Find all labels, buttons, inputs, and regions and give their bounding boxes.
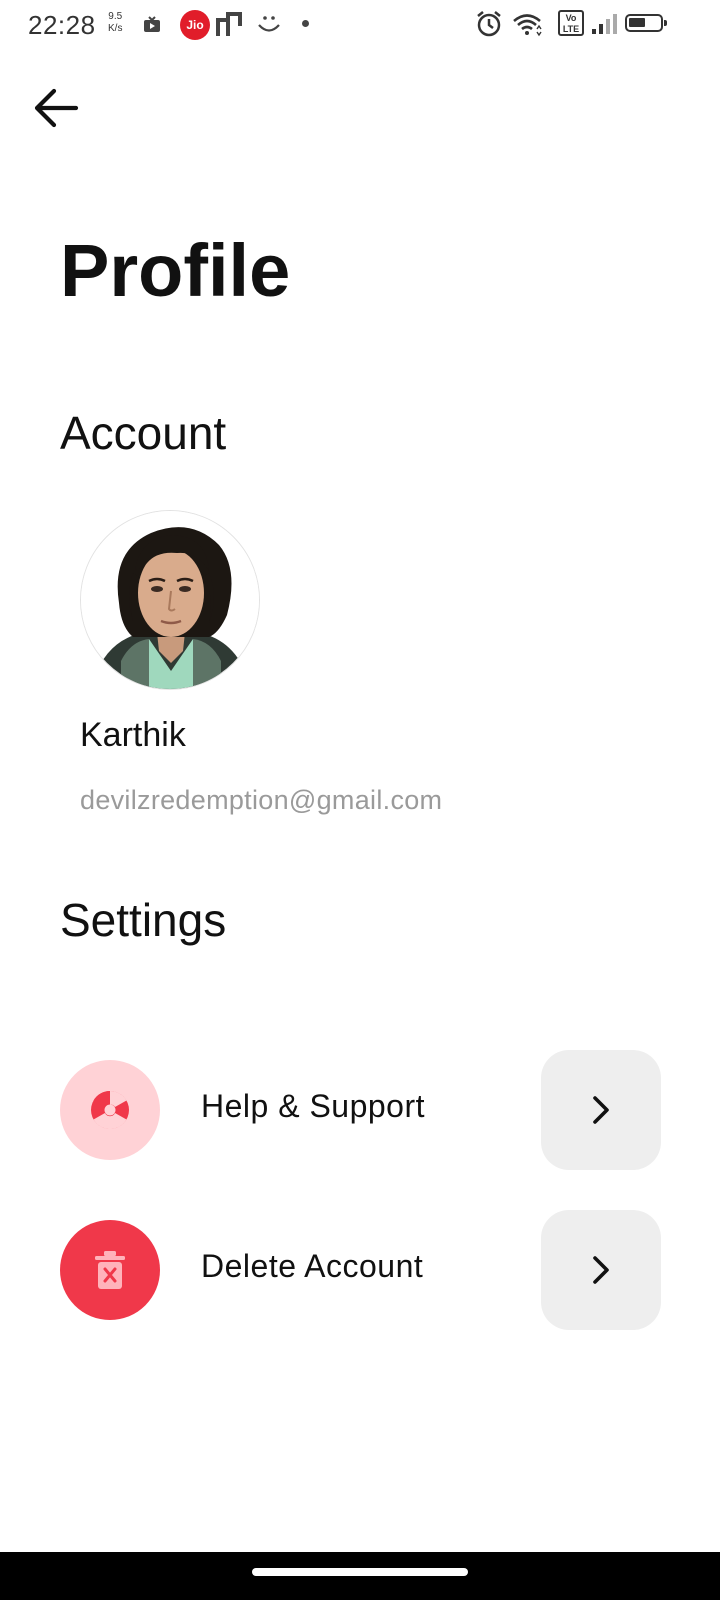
wifi-icon <box>513 14 542 37</box>
home-gesture-handle[interactable] <box>252 1568 468 1576</box>
battery-icon <box>625 14 667 32</box>
status-time: 22:28 <box>28 10 96 40</box>
settings-heading: Settings <box>60 894 227 946</box>
page-title: Profile <box>60 229 291 312</box>
trash-icon <box>95 1251 125 1289</box>
settings-item-help-support[interactable]: Help & Support <box>60 1050 661 1170</box>
network-speed: 9.5 K/s <box>108 11 123 34</box>
avatar[interactable] <box>80 510 260 690</box>
account-heading: Account <box>60 407 227 459</box>
settings-item-label: Help & Support <box>201 1088 426 1124</box>
signal-icon <box>592 14 617 34</box>
arrow-left-icon <box>34 88 79 128</box>
help-icon-badge <box>60 1060 160 1160</box>
alarm-icon <box>477 11 501 37</box>
profile-name: Karthik <box>80 716 186 754</box>
system-nav-bar <box>0 1552 720 1600</box>
volte-icon: Vo LTE <box>558 10 584 36</box>
media-icon <box>144 16 160 32</box>
delete-icon-badge <box>60 1220 160 1320</box>
back-button[interactable] <box>30 82 82 134</box>
avatar-portrait <box>81 511 259 689</box>
app-notification-icon <box>216 12 242 36</box>
chevron-right-icon <box>593 1256 609 1284</box>
status-bar: 22:28 9.5 K/s Jio Vo LTE <box>0 0 720 50</box>
more-notifications-dot <box>302 20 309 27</box>
help-support-chevron-button[interactable] <box>541 1050 661 1170</box>
smiley-notification-icon <box>258 16 280 32</box>
profile-email: devilzredemption@gmail.com <box>80 785 443 815</box>
help-lifebuoy-icon <box>91 1091 129 1130</box>
settings-item-label: Delete Account <box>201 1248 424 1284</box>
delete-account-chevron-button[interactable] <box>541 1210 661 1330</box>
chevron-right-icon <box>593 1096 609 1124</box>
settings-item-delete-account[interactable]: Delete Account <box>60 1210 661 1330</box>
jio-icon: Jio <box>180 10 210 40</box>
